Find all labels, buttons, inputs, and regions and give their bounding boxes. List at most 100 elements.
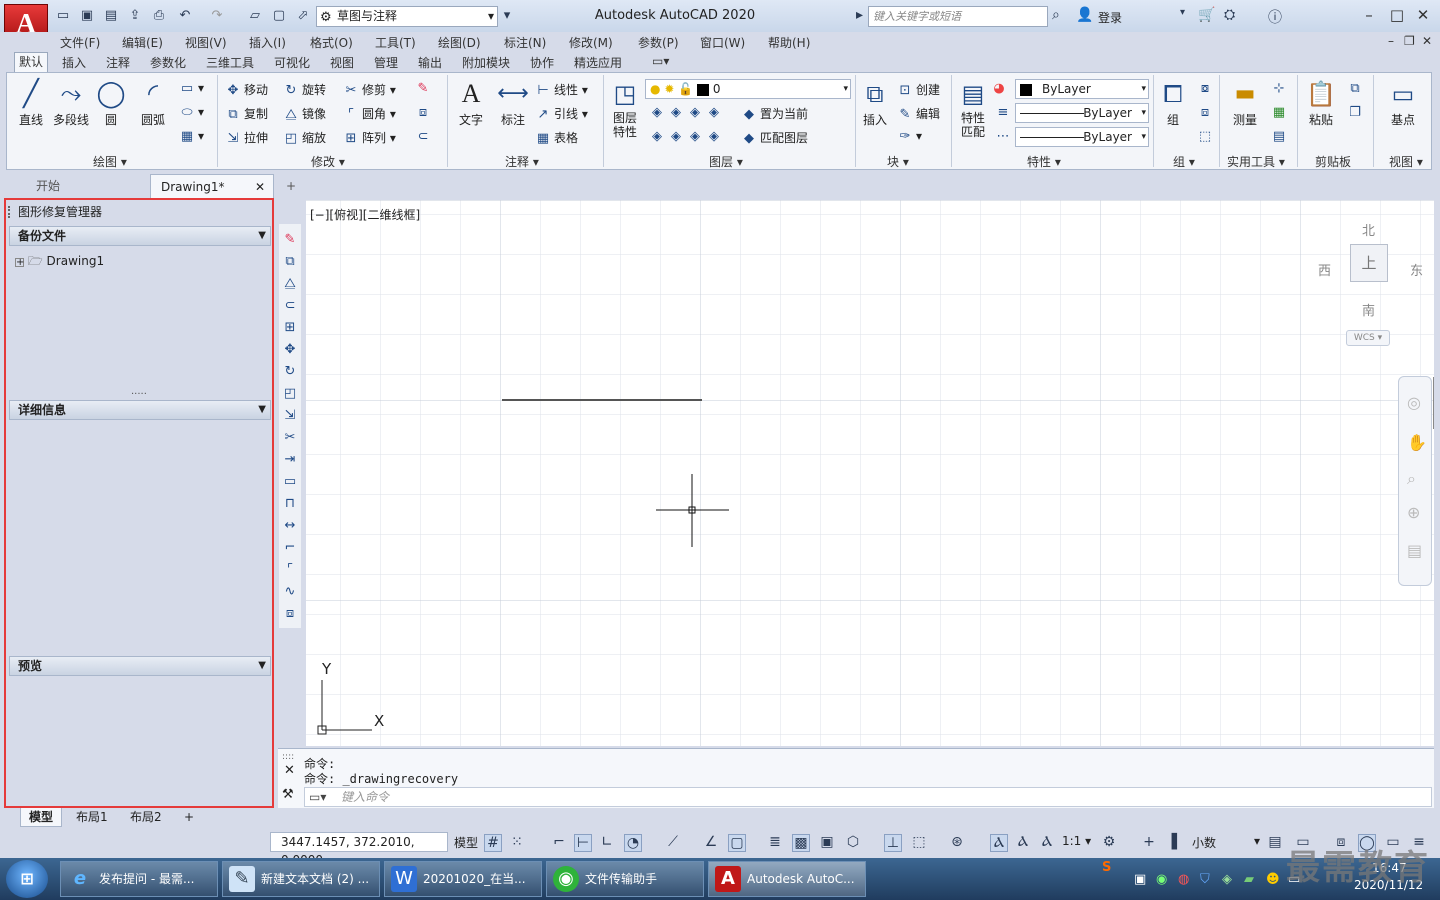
snap-icon[interactable]: ⁙ [508, 834, 526, 850]
ortho-icon[interactable]: ∟ [598, 834, 616, 850]
trim-icon[interactable]: ✂ [282, 430, 298, 446]
new-tab-button[interactable]: + [280, 174, 304, 198]
tab-parametric[interactable]: 参数化 [146, 54, 190, 71]
grip-handle[interactable] [8, 206, 14, 218]
copy-clip-button[interactable]: ❐ [1347, 105, 1366, 120]
break-point-icon[interactable]: ▭ [282, 474, 298, 490]
scrollbar-thumb[interactable] [1433, 377, 1434, 429]
extend-icon[interactable]: ⇥ [282, 452, 298, 468]
modify-panel-title[interactable]: 修改 ▾ [311, 153, 345, 170]
taskbar-item-ie[interactable]: e 发布提问 - 最需... [60, 861, 218, 897]
splitter-grip[interactable]: ..... [131, 386, 147, 397]
mirror-button[interactable]: ⧋ 镜像 [283, 105, 326, 122]
annotation-scale-icon[interactable]: Ⲁ [1038, 834, 1056, 850]
tab-annotate[interactable]: 注释 [102, 54, 134, 71]
clipboard-panel-title[interactable]: 剪贴板 [1315, 153, 1351, 170]
linetype-select[interactable]: ByLayer ▾ [1015, 103, 1149, 123]
login-link[interactable]: 登录 [1098, 9, 1122, 26]
new-icon[interactable]: ▭ [54, 7, 72, 25]
dynamic-input-icon[interactable]: ⊢ [574, 834, 592, 852]
tab-insert[interactable]: 插入 [58, 54, 90, 71]
tab-layout2[interactable]: 布局2 [122, 808, 170, 827]
orbit-icon[interactable]: ⊕ [1407, 503, 1420, 522]
hatch-button[interactable]: ▦ ▾ [179, 129, 204, 144]
draw-panel-title[interactable]: 绘图 ▾ [93, 153, 127, 170]
base-view-button[interactable]: ▭ 基点 [1381, 77, 1425, 128]
expand-arrow-icon[interactable]: ▸ [856, 7, 863, 23]
saveas-icon[interactable]: ▤ [102, 7, 120, 25]
annotation-scale-select[interactable]: 1:1 ▾ [1062, 834, 1091, 848]
tray-shield-icon[interactable]: ⛉ [1200, 872, 1210, 887]
erase-icon[interactable]: ✎ [282, 232, 298, 248]
stretch-button[interactable]: ⇲ 拉伸 [225, 129, 268, 146]
mirror-icon[interactable]: ⧋ [282, 276, 298, 292]
dynamic-ucs-icon[interactable]: ⊥ [884, 834, 902, 852]
array-icon[interactable]: ⊞ [282, 320, 298, 336]
dimension-button[interactable]: ⟷ 标注 [491, 77, 535, 128]
groups-panel-title[interactable]: 组 ▾ [1173, 153, 1195, 170]
menu-format[interactable]: 格式(O) [310, 34, 353, 51]
units-select[interactable]: 小数 ▾ [1192, 834, 1260, 851]
utilities-panel-title[interactable]: 实用工具 ▾ [1227, 153, 1285, 170]
tab-collaborate[interactable]: 协作 [526, 54, 558, 71]
tray-wechat-icon[interactable]: ◉ [1156, 872, 1167, 887]
selection-cycling-icon[interactable]: ▣ [818, 834, 836, 850]
blend-curves-icon[interactable]: ∿ [282, 584, 298, 600]
tab-visualize[interactable]: 可视化 [270, 54, 314, 71]
offset-button[interactable]: ⊂ [415, 129, 434, 144]
tab-featured-apps[interactable]: 精选应用 [570, 54, 626, 71]
backup-files-header[interactable]: 备份文件 ▼ [9, 226, 271, 246]
a360-icon[interactable]: ⛭ [1224, 7, 1235, 23]
ribbon-toggle-icon[interactable]: ▭▾ [648, 54, 673, 68]
save-icon[interactable]: ▣ [78, 7, 96, 25]
menu-file[interactable]: 文件(F) [60, 34, 100, 51]
paste-button[interactable]: 📋 粘贴 [1299, 77, 1343, 128]
help-icon[interactable]: ⓘ [1268, 7, 1282, 27]
explode-button[interactable]: ⧈ [415, 105, 434, 120]
quick-properties-icon[interactable]: ▤ [1266, 834, 1284, 850]
tree-item[interactable]: + 🗁 Drawing1 [15, 252, 104, 273]
print-icon[interactable]: ⎙ [150, 7, 168, 25]
menu-edit[interactable]: 编辑(E) [122, 34, 163, 51]
lineweight-button[interactable]: ≡ [995, 105, 1014, 120]
command-input[interactable]: ▭▾ 键入命令 [304, 787, 1432, 807]
isodraft-icon[interactable]: ⟋ [664, 834, 682, 850]
selection-filter-icon[interactable]: ⬚ [910, 834, 928, 850]
cut-button[interactable]: ⧉ [1347, 81, 1366, 96]
command-grip[interactable]: :::: [282, 752, 294, 762]
menu-draw[interactable]: 绘图(D) [438, 34, 481, 51]
compass-east[interactable]: 东 [1410, 260, 1423, 279]
lineweight-select[interactable]: ByLayer ▾ [1015, 127, 1149, 147]
units-icon[interactable]: ▌ [1168, 834, 1186, 850]
doc-close-button[interactable]: ✕ [1422, 34, 1432, 48]
open-icon[interactable]: ▱ [246, 7, 264, 25]
polar-tracking-icon[interactable]: ◔ [624, 834, 642, 852]
color-select[interactable]: ByLayer ▾ [1015, 79, 1149, 99]
preview-header[interactable]: 预览 ▼ [9, 656, 271, 676]
array-button[interactable]: ⊞ 阵列 ▾ [343, 129, 396, 146]
layer-tools-row2[interactable]: ◈ ◈ ◈ ◈ [649, 129, 725, 144]
tab-view[interactable]: 视图 [326, 54, 358, 71]
quick-select-button[interactable]: ⊹ [1271, 81, 1290, 96]
lineweight-toggle-icon[interactable]: ≣ [766, 834, 784, 850]
taskbar-item-autocad[interactable]: A Autodesk AutoC... [708, 861, 866, 897]
pan-icon[interactable]: ✋ [1407, 433, 1427, 452]
tab-manage[interactable]: 管理 [370, 54, 402, 71]
ime-icon[interactable]: S [1102, 860, 1111, 875]
erase-button[interactable]: ✎ [415, 81, 434, 96]
move-button[interactable]: ✥ 移动 [225, 81, 268, 98]
match-layer-button[interactable]: ◆ 匹配图层 [741, 129, 808, 146]
linear-button[interactable]: ⊢ 线性 ▾ [535, 81, 588, 98]
rectangle-button[interactable]: ▭ ▾ [179, 81, 204, 96]
recent-commands-icon[interactable]: ▭▾ [309, 788, 326, 806]
tray-nvidia-icon[interactable]: ▰ [1244, 872, 1254, 887]
layers-panel-title[interactable]: 图层 ▾ [709, 153, 743, 170]
group-edit-button[interactable]: ⧈ [1197, 105, 1216, 120]
tab-default[interactable]: 默认 [14, 52, 49, 72]
infer-constraints-icon[interactable]: ⌐ [550, 834, 568, 850]
viewcube-top-face[interactable]: 上 [1350, 244, 1388, 282]
layer-properties-button[interactable]: ◳ 图层 特性 [603, 77, 647, 139]
tab-drawing1[interactable]: Drawing1* ✕ [150, 174, 274, 198]
group-select-button[interactable]: ⬚ [1197, 129, 1216, 144]
tray-qq-icon[interactable]: ☻ [1266, 872, 1280, 887]
